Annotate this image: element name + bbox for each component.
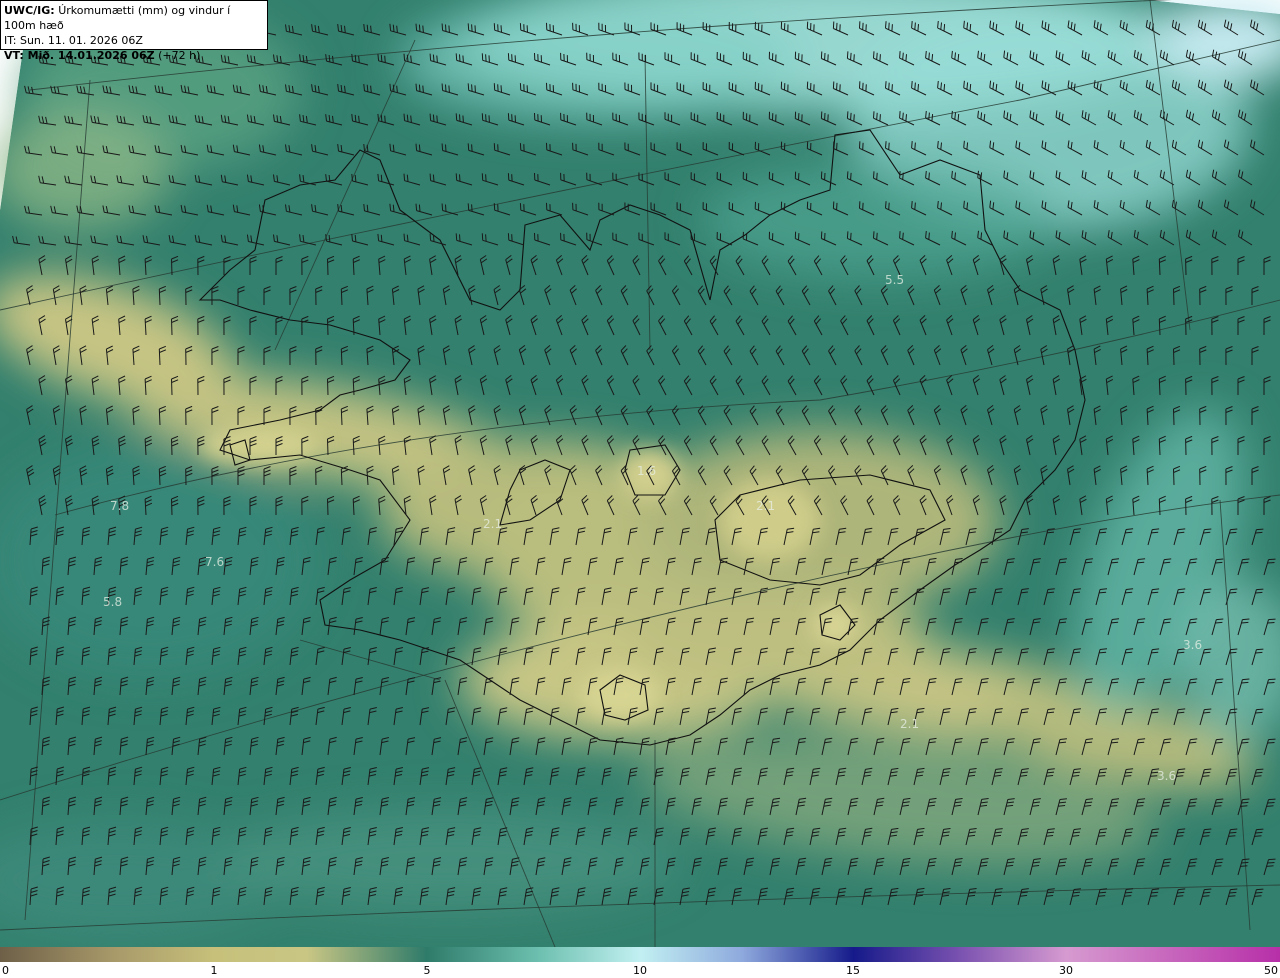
colorbar-tick-1: 1	[210, 964, 218, 977]
colorbar-tick-30: 30	[1059, 964, 1073, 977]
colorbar-tick-50: 50	[1264, 964, 1278, 977]
map-value-label: 3.6	[1157, 769, 1176, 783]
colorbar-tick-15: 15	[846, 964, 860, 977]
title-line: UWC/IG: Úrkomumætti (mm) og vindur í 100…	[4, 3, 264, 33]
colorbar-strip	[0, 947, 1280, 962]
valid-time: VT: Mið. 14.01.2026 06Z	[4, 49, 155, 62]
colorbar-tick-5: 5	[423, 964, 431, 977]
model-name: UWC/IG:	[4, 4, 55, 17]
map-value-label: 7.6	[205, 555, 224, 569]
colorbar-tick-0: 0	[2, 964, 9, 977]
map-value-label: 3.6	[1183, 638, 1202, 652]
map-value-label: 7.8	[110, 499, 129, 513]
colorbar-tick-10: 10	[633, 964, 647, 977]
lead-time: (+72 h)	[158, 49, 201, 62]
map-stage: 5.5 7.8 7.6 5.8 1.6 2.1 3.6 3.6 2.1 2.1 UWC/IG: Ú…	[0, 0, 1280, 978]
map-value-label: 1.6	[637, 464, 656, 478]
map-value-label: 2.1	[756, 499, 775, 513]
issue-time: IT: Sun. 11. 01. 2026 06Z	[4, 34, 143, 47]
colorbar: 0 1 5 10 15 30 50	[0, 947, 1280, 978]
map-value-label: 2.1	[900, 717, 919, 731]
valid-time-line: VT: Mið. 14.01.2026 06Z (+72 h)	[4, 48, 264, 63]
map-value-label: 2.1	[483, 517, 502, 531]
map-info-box: UWC/IG: Úrkomumætti (mm) og vindur í 100…	[0, 0, 268, 62]
map-value-label: 5.8	[103, 595, 122, 609]
map-value-label: 5.5	[885, 273, 904, 287]
weather-map: 5.5 7.8 7.6 5.8 1.6 2.1 3.6 3.6 2.1 2.1	[0, 0, 1280, 947]
